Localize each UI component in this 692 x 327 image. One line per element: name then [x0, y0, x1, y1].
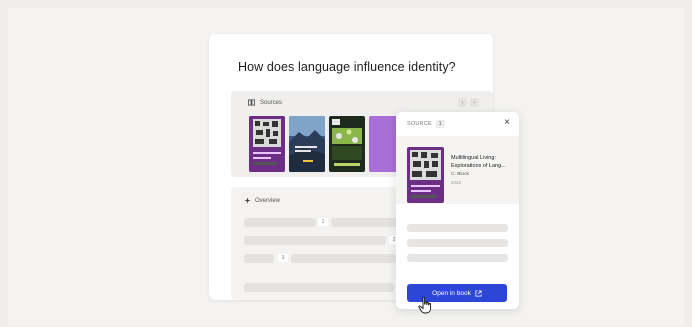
cover-pattern	[407, 147, 444, 203]
book-cover-landscape[interactable]	[289, 116, 325, 172]
excerpt-line	[407, 239, 508, 247]
popup-header: SOURCE 1	[407, 120, 445, 128]
overview-line	[244, 218, 316, 227]
sources-header: Sources	[248, 99, 282, 106]
book-title[interactable]: Multilingual Living: Explorations of Lan…	[451, 155, 513, 170]
question-title: How does language influence identity?	[238, 60, 456, 74]
source-count-badge: 1	[435, 120, 445, 128]
source-popup: SOURCE 1 × Multilingual Living: Explorat…	[396, 112, 519, 309]
book-cover-multilingual[interactable]	[407, 147, 444, 203]
popup-label: SOURCE	[407, 121, 432, 127]
overview-line	[291, 254, 396, 263]
book-year: 2022	[451, 180, 462, 185]
book-author: C. Block	[451, 172, 469, 177]
sources-label: Sources	[260, 99, 283, 106]
cover-pattern	[249, 116, 285, 172]
citation-chip[interactable]: 1	[318, 218, 328, 226]
overview-label: Overview	[255, 197, 281, 204]
overview-line	[244, 254, 274, 263]
book-detail: Multilingual Living: Explorations of Lan…	[396, 136, 519, 204]
overview-header: Overview	[244, 197, 280, 204]
open-in-book-label: Open in book	[432, 289, 471, 297]
overview-line	[244, 236, 386, 245]
book-cover-multilingual[interactable]	[249, 116, 285, 172]
excerpt-line	[407, 254, 508, 262]
sources-nav: ‹ ›	[458, 98, 479, 107]
external-link-icon	[475, 289, 482, 297]
cover-green-art	[329, 116, 365, 172]
chevron-left-icon[interactable]: ‹	[458, 98, 467, 107]
chevron-right-icon[interactable]: ›	[470, 98, 479, 107]
excerpt-line	[407, 224, 508, 232]
book-cover-green[interactable]	[329, 116, 365, 172]
close-icon[interactable]: ×	[504, 118, 510, 128]
book-icon	[248, 99, 255, 106]
overview-line	[244, 283, 394, 292]
cover-landscape-art	[289, 116, 325, 172]
citation-chip[interactable]: 3	[278, 254, 288, 262]
sparkle-icon	[244, 197, 251, 204]
hand-cursor-icon	[418, 296, 432, 314]
